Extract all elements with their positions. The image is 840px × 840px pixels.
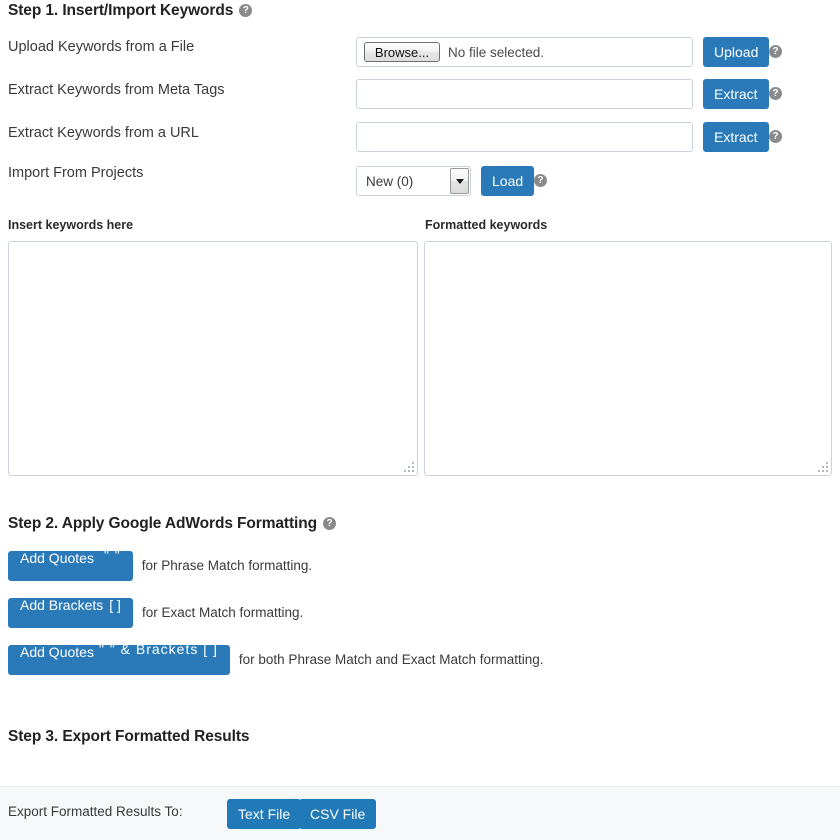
add-quotes-button-label: Add Quotes bbox=[20, 550, 94, 566]
browse-button[interactable]: Browse... bbox=[364, 42, 440, 62]
add-quotes-brackets-note: for both Phrase Match and Exact Match fo… bbox=[238, 652, 544, 668]
add-quotes-note: for Phrase Match formatting. bbox=[141, 558, 313, 574]
add-brackets-row: Add Brackets [ ] for Exact Match formatt… bbox=[8, 598, 303, 628]
url-input[interactable] bbox=[356, 122, 693, 152]
meta-tags-input[interactable] bbox=[356, 79, 693, 109]
load-button[interactable]: Load bbox=[481, 166, 535, 196]
upload-button[interactable]: Upload bbox=[703, 37, 770, 67]
step1-heading: Step 1. Insert/Import Keywords bbox=[8, 2, 253, 19]
help-circle-icon[interactable] bbox=[769, 45, 782, 58]
file-status-text: No file selected. bbox=[448, 44, 545, 60]
help-circle-icon[interactable] bbox=[322, 517, 336, 531]
add-quotes-brackets-button-symbol: " " & Brackets [ ] bbox=[98, 641, 218, 657]
keyword-formatter-page: Step 1. Insert/Import Keywords Upload Ke… bbox=[0, 0, 840, 840]
add-quotes-brackets-button-label: Add Quotes bbox=[20, 644, 94, 660]
step1-heading-text: Step 1. Insert/Import Keywords bbox=[8, 2, 234, 19]
insert-keywords-label: Insert keywords here bbox=[8, 218, 134, 232]
project-select[interactable]: New (0) bbox=[356, 166, 471, 196]
formatted-keywords-textarea[interactable] bbox=[424, 241, 832, 476]
add-brackets-note: for Exact Match formatting. bbox=[141, 605, 304, 621]
add-brackets-button-label: Add Brackets bbox=[20, 597, 104, 613]
extract-meta-button[interactable]: Extract bbox=[703, 79, 769, 109]
add-brackets-button-symbol: [ ] bbox=[109, 597, 121, 613]
add-quotes-brackets-row: Add Quotes " " & Brackets [ ] for both P… bbox=[8, 641, 544, 675]
step3-heading-text: Step 3. Export Formatted Results bbox=[8, 728, 250, 745]
resize-grip-icon[interactable] bbox=[402, 460, 415, 473]
help-circle-icon[interactable] bbox=[239, 4, 253, 18]
help-circle-icon[interactable] bbox=[769, 130, 782, 143]
upload-file-label: Upload Keywords from a File bbox=[8, 39, 195, 55]
extract-url-button[interactable]: Extract bbox=[703, 122, 769, 152]
import-projects-label: Import From Projects bbox=[8, 165, 144, 181]
step3-heading: Step 3. Export Formatted Results bbox=[8, 728, 250, 745]
add-quotes-button-symbol: " " bbox=[103, 547, 121, 563]
export-text-file-button[interactable]: Text File bbox=[227, 799, 302, 829]
insert-keywords-textarea[interactable] bbox=[8, 241, 418, 476]
add-brackets-button[interactable]: Add Brackets [ ] bbox=[8, 598, 133, 628]
export-label: Export Formatted Results To: bbox=[8, 804, 183, 819]
project-select-value: New (0) bbox=[366, 173, 414, 189]
step2-heading: Step 2. Apply Google AdWords Formatting bbox=[8, 516, 336, 532]
add-quotes-button[interactable]: Add Quotes " " bbox=[8, 547, 133, 581]
resize-grip-icon[interactable] bbox=[816, 460, 829, 473]
export-panel: Export Formatted Results To: Text File C… bbox=[0, 786, 840, 840]
step2-heading-text: Step 2. Apply Google AdWords Formatting bbox=[8, 515, 317, 532]
add-quotes-brackets-button[interactable]: Add Quotes " " & Brackets [ ] bbox=[8, 641, 230, 675]
help-circle-icon[interactable] bbox=[769, 87, 782, 100]
chevron-down-icon[interactable] bbox=[450, 168, 469, 194]
url-label: Extract Keywords from a URL bbox=[8, 125, 199, 141]
meta-tags-label: Extract Keywords from Meta Tags bbox=[8, 82, 225, 98]
help-circle-icon[interactable] bbox=[534, 174, 547, 187]
add-quotes-row: Add Quotes " " for Phrase Match formatti… bbox=[8, 547, 313, 581]
formatted-keywords-label: Formatted keywords bbox=[425, 218, 548, 232]
export-csv-file-button[interactable]: CSV File bbox=[299, 799, 377, 829]
file-input[interactable]: Browse... No file selected. bbox=[356, 37, 693, 67]
